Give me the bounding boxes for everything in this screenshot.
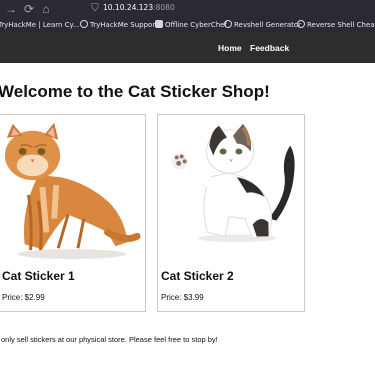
product-price: Price: $2.99 bbox=[2, 293, 45, 302]
product-card[interactable]: Cat Sticker 2 Price: $3.99 bbox=[157, 114, 305, 312]
bookmark-cyberchef[interactable]: Offline CyberChef bbox=[155, 20, 227, 30]
nav-feedback-link[interactable]: Feedback bbox=[250, 43, 289, 53]
browser-chrome: → ⟳ ⌂ ⛉ 10.10.24.123:8080 TryHackMe | Le… bbox=[0, 0, 375, 34]
home-icon[interactable]: ⌂ bbox=[39, 2, 53, 16]
store-note: only sell stickers at our physical store… bbox=[1, 335, 218, 344]
calico-cat-image bbox=[171, 123, 295, 243]
url-port: :8080 bbox=[153, 3, 175, 12]
product-name[interactable]: Cat Sticker 1 bbox=[2, 269, 75, 283]
product-card[interactable]: Cat Sticker 1 Price: $2.99 bbox=[0, 114, 146, 312]
shield-icon[interactable]: ⛉ bbox=[88, 2, 102, 16]
bookmark-revshell[interactable]: Revshell Generator bbox=[224, 20, 301, 30]
chef-icon bbox=[155, 20, 163, 28]
page-title: Welcome to the Cat Sticker Shop! bbox=[0, 82, 270, 101]
bookmark-reverse-shell-cheat[interactable]: Reverse Shell Cheat S... bbox=[297, 20, 375, 30]
product-name[interactable]: Cat Sticker 2 bbox=[161, 269, 234, 283]
site-navbar: Home Feedback bbox=[0, 34, 375, 63]
url-host: 10.10.24.123 bbox=[103, 3, 154, 12]
globe-icon bbox=[297, 20, 305, 28]
reload-icon[interactable]: ⟳ bbox=[22, 2, 36, 16]
url-bar[interactable]: 10.10.24.123:8080 bbox=[103, 3, 175, 12]
product-price: Price: $3.99 bbox=[161, 293, 204, 302]
bookmark-tryhackme[interactable]: TryHackMe | Learn Cy... bbox=[0, 20, 79, 30]
orange-cat-image bbox=[4, 122, 141, 260]
bookmark-tryhackme-support[interactable]: TryHackMe Support bbox=[80, 20, 158, 30]
forward-icon[interactable]: → bbox=[4, 2, 18, 16]
globe-icon bbox=[224, 20, 232, 28]
bookmarks-bar: TryHackMe | Learn Cy... TryHackMe Suppor… bbox=[0, 19, 375, 34]
globe-icon bbox=[80, 20, 88, 28]
nav-home-link[interactable]: Home bbox=[218, 43, 242, 53]
